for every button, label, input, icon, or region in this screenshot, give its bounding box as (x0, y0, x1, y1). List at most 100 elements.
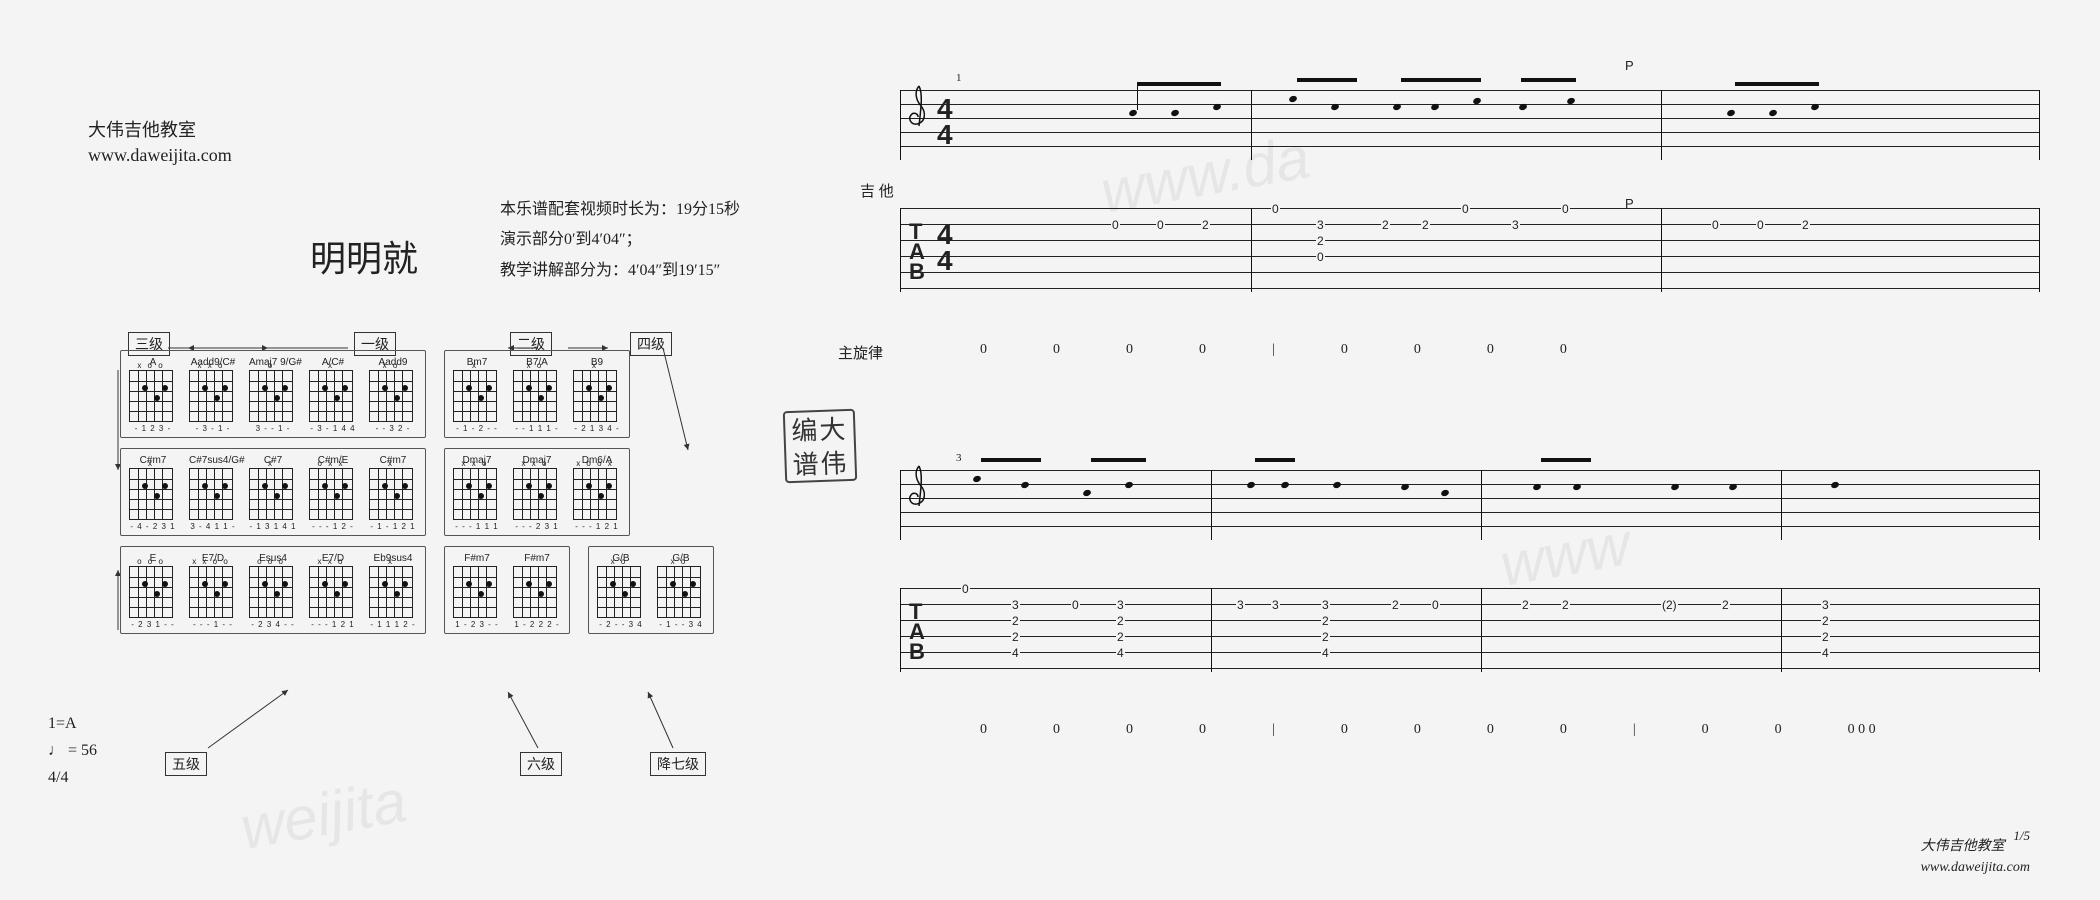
chord-Dm6A: Dm6/Ax o o x - - - 1 2 1 (573, 455, 621, 531)
chord-Dmaj7: Dmaj7x x o - - - 1 1 1 (453, 455, 501, 531)
melody-beat: 0 (980, 722, 987, 738)
fret: (2) (1661, 598, 1678, 612)
melody-beat: 0 (1341, 342, 1348, 358)
fret: 2 (1821, 630, 1830, 644)
footer-studio: 大伟吉他教室 (1921, 836, 2030, 857)
fret: 0 (1431, 598, 1440, 612)
melody-beat: | (1272, 342, 1275, 358)
fret: 2 (1821, 614, 1830, 628)
fret: 3 (1316, 218, 1325, 232)
fret: 2 (1381, 218, 1390, 232)
chord-Fm7: F#m7 1 - 2 2 2 - (513, 553, 561, 629)
chord-GB: G/Bx o - 1 - - 3 4 (657, 553, 705, 629)
footer-website: www.daweijita.com (1921, 857, 2030, 878)
track-melody: 主旋律 (838, 342, 883, 363)
fret: 2 (1391, 598, 1400, 612)
fret: 0 (1316, 250, 1325, 264)
fret: 0 (1071, 598, 1080, 612)
tab-2: T A B 03224032243332242022(2)23224 (900, 588, 2040, 672)
melody-beat: 0 (1702, 722, 1709, 738)
melody-beat: 0 (1487, 722, 1494, 738)
fret: 2 (1521, 598, 1530, 612)
website: www.daweijita.com (88, 143, 232, 168)
staff-2 (900, 470, 2040, 540)
fret: 3 (1011, 598, 1020, 612)
melody-beat: 0 (1126, 722, 1133, 738)
chord-B7A: B7/Ax o - - 1 1 1 - (513, 357, 561, 433)
stamp-l1: 编大 (785, 413, 854, 449)
melody-beat: 0 (1341, 722, 1348, 738)
fret: 2 (1116, 614, 1125, 628)
fret: 0 (1156, 218, 1165, 232)
chord-A: Ax o o - 1 2 3 - (129, 357, 177, 433)
time-sig: 4/4 (48, 764, 97, 791)
melody-beat: 0 (1053, 722, 1060, 738)
chord-Fm7: F#m7 1 - 2 3 - - (453, 553, 501, 629)
fret: 3 (1321, 598, 1330, 612)
studio-name: 大伟吉他教室 (88, 118, 232, 143)
chord-Aadd9: Aadd9x o - - 3 2 - (369, 357, 417, 433)
fret: 2 (1116, 630, 1125, 644)
fret: 0 (1111, 218, 1120, 232)
chord-Esus4: Esus4o o o - 2 3 4 - - (249, 553, 297, 629)
fret: 2 (1321, 630, 1330, 644)
melody-beat: 0 (1414, 722, 1421, 738)
song-title: 明明就 (310, 230, 418, 282)
fret: 2 (1561, 598, 1570, 612)
fret: 0 (961, 582, 970, 596)
fret: 3 (1511, 218, 1520, 232)
footer: 大伟吉他教室 www.daweijita.com (1921, 836, 2030, 878)
key: 1=A (48, 710, 97, 737)
stamp: 编大 谱伟 (783, 409, 857, 483)
melody-beat: 0 (1560, 342, 1567, 358)
melody-beat: 0 (1487, 342, 1494, 358)
melody-beat: 0 (1199, 722, 1206, 738)
chord-E7D: E7/Dx x o o - - - 1 - - (189, 553, 237, 629)
fret: 2 (1011, 630, 1020, 644)
melody-beat: 0 0 0 (1848, 722, 1876, 738)
melody-beat: 0 (1053, 342, 1060, 358)
chord-AC: A/C#x - 3 - 1 4 4 (309, 357, 357, 433)
fret: 4 (1116, 646, 1125, 660)
fret: 4 (1011, 646, 1020, 660)
chord-Aadd9C: Aadd9/C#x x o - 3 - 1 - (189, 357, 237, 433)
chord-Bm7: Bm7x - 1 - 2 - - (453, 357, 501, 433)
track-guitar: 吉 他 (860, 180, 894, 201)
fret: 3 (1116, 598, 1125, 612)
song-meta: 1=A ♩ = 56 4/4 (48, 710, 97, 792)
tempo: ♩ = 56 (48, 737, 97, 764)
fret: 3 (1236, 598, 1245, 612)
chord-B9: B9x - 2 1 3 4 - (573, 357, 621, 433)
melody-beat: | (1272, 722, 1275, 738)
system-2: 3 T A B (900, 470, 2040, 738)
melody-beat: 0 (1414, 342, 1421, 358)
chord-Eb9sus4: Eb9sus4x - 1 1 1 2 - (369, 553, 417, 629)
chord-Cm7: C#m7x - 4 - 2 3 1 (129, 455, 177, 531)
fret: 3 (1271, 598, 1280, 612)
fret: 0 (1756, 218, 1765, 232)
video-info: 本乐谱配套视频时长为：19分15秒 演示部分0′到4′04″； 教学讲解部分为：… (500, 195, 740, 286)
chord-CmE: C#m/Eo x x - - - 1 2 - (309, 455, 357, 531)
fret: 0 (1711, 218, 1720, 232)
stamp-l2: 谱伟 (786, 447, 855, 483)
fret: 2 (1721, 598, 1730, 612)
melody-beat: 0 (1199, 342, 1206, 358)
chord-GB: G/Bx o - 2 - - 3 4 (597, 553, 645, 629)
time-sig-tab: 4 4 (937, 222, 953, 274)
chord-E: Eo o o - 2 3 1 - - (129, 553, 177, 629)
treble-clef-icon (905, 82, 933, 162)
fret: 2 (1321, 614, 1330, 628)
measure-no-3: 3 (956, 452, 962, 464)
melody-beat: 0 (1775, 722, 1782, 738)
watermark: weijita (235, 766, 411, 863)
melody-beat: | (1633, 722, 1636, 738)
measure-no-1: 1 (956, 72, 962, 84)
melody-row-2: 0000|0000|000 0 0 (900, 722, 2040, 738)
header: 大伟吉他教室 www.daweijita.com (88, 118, 232, 168)
fret: 2 (1201, 218, 1210, 232)
chord-Amaj79G: Amaj7 9/G# o 3 - - 1 - (249, 357, 297, 433)
chord-C7sus4G: C#7sus4/G# 3 - 4 1 1 - (189, 455, 237, 531)
melody-beat: 0 (1126, 342, 1133, 358)
fret: 2 (1801, 218, 1810, 232)
staff-1: 4 4 (900, 90, 2040, 160)
